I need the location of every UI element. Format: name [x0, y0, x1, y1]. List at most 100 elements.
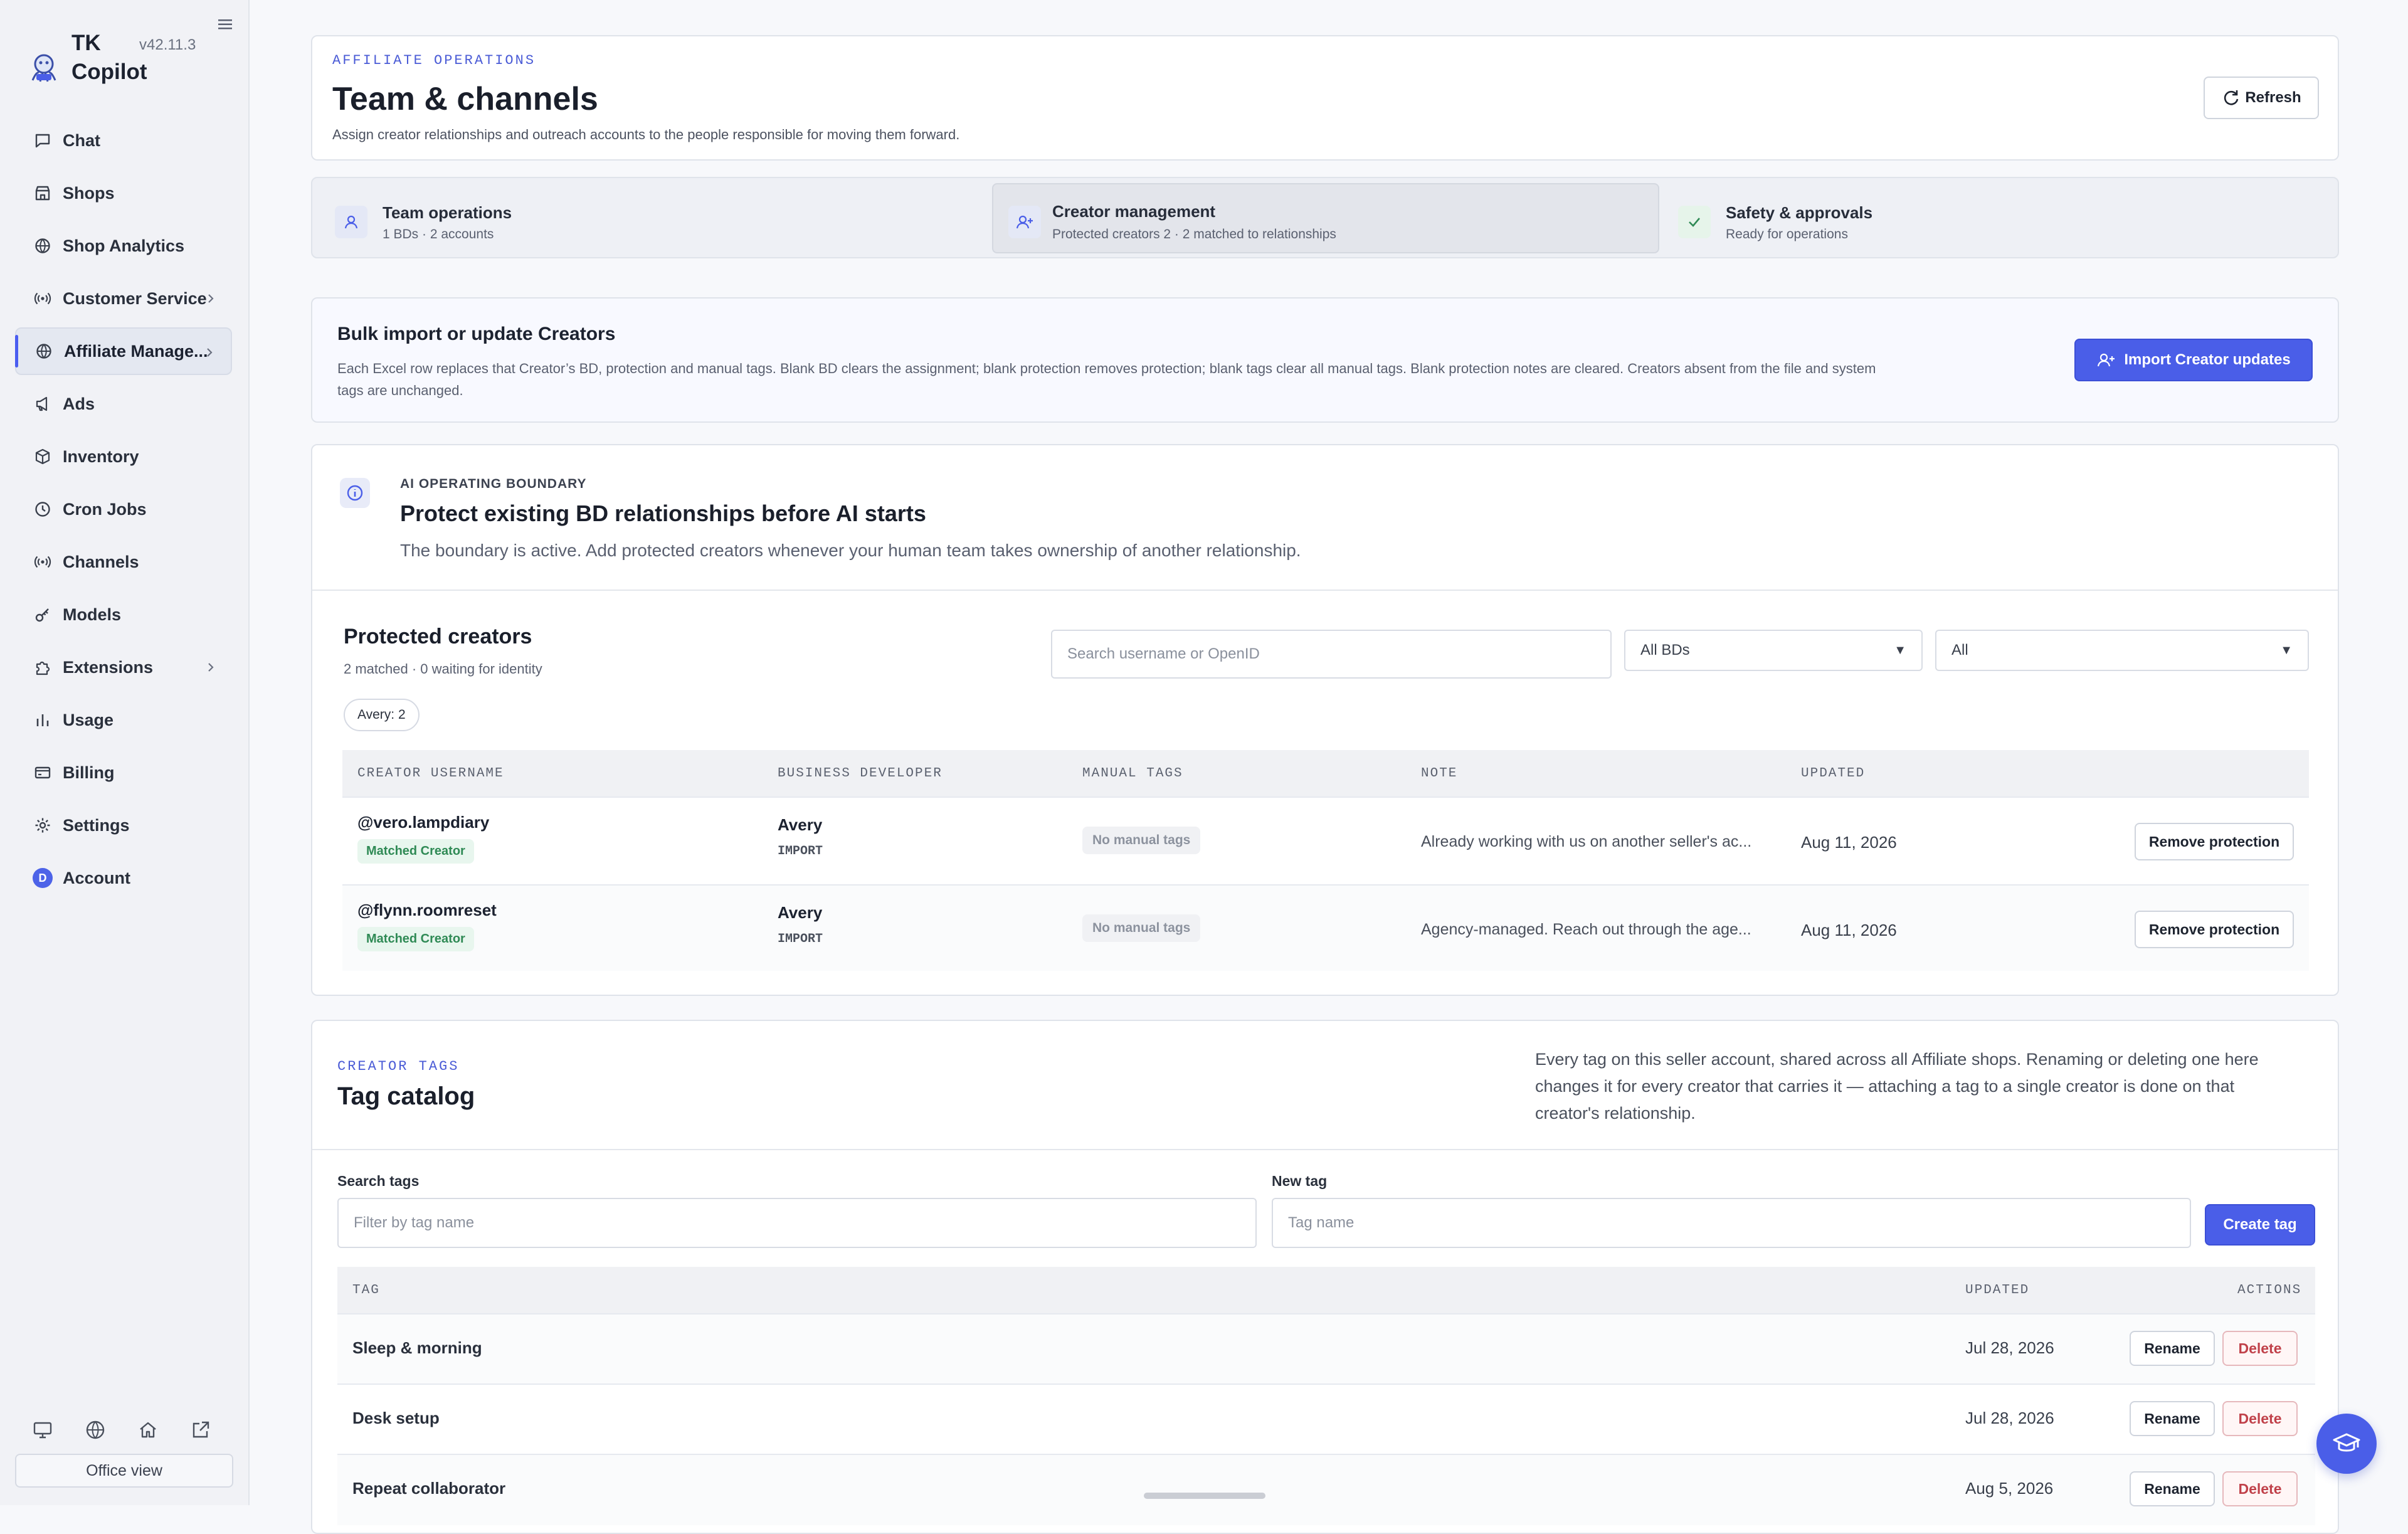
check-icon [1678, 206, 1711, 238]
refresh-button[interactable]: Refresh [2204, 77, 2319, 119]
column-header: ACTIONS [2237, 1283, 2302, 1298]
sidebar-item-label: Usage [63, 710, 114, 729]
sidebar-item-label: Extensions [63, 657, 154, 677]
puzzle-icon [33, 657, 53, 677]
sidebar-item-label: Shop Analytics [63, 236, 185, 255]
tag-catalog-eyebrow: CREATOR TAGS [337, 1059, 460, 1074]
delete-button[interactable]: Delete [2222, 1471, 2298, 1506]
tab-creator-management[interactable]: Creator management Protected creators 2 … [992, 183, 1659, 253]
globe-icon[interactable] [84, 1419, 107, 1441]
app-version: v42.11.3 [139, 36, 196, 53]
sidebar-item-models[interactable]: Models [15, 591, 232, 638]
status-filter-select[interactable]: All ▼ [1935, 630, 2309, 671]
new-tag-label: New tag [1272, 1173, 1328, 1189]
page-eyebrow: AFFILIATE OPERATIONS [332, 53, 536, 68]
sidebar-footer-icons [31, 1419, 212, 1441]
bd-count-chip[interactable]: Avery: 2 [344, 699, 420, 731]
matched-badge: Matched Creator [357, 839, 474, 864]
sidebar-item-billing[interactable]: Billing [15, 749, 232, 796]
import-button-label: Import Creator updates [2124, 351, 2291, 368]
tag-catalog-description: Every tag on this seller account, shared… [1535, 1046, 2325, 1127]
delete-button[interactable]: Delete [2222, 1331, 2298, 1366]
help-button[interactable] [2316, 1414, 2377, 1474]
protected-creators-title: Protected creators [344, 625, 532, 648]
bulk-import-description-line: Each Excel row replaces that Creator’s B… [337, 361, 1876, 376]
collapse-sidebar-icon[interactable] [217, 16, 233, 33]
horizontal-scrollbar[interactable] [1144, 1493, 1265, 1499]
creator-search-input[interactable]: Search username or OpenID [1051, 630, 1612, 679]
tab-title: Team operations [383, 203, 512, 222]
sidebar-nav: Chat Shops Shop Analytics Customer Servi… [15, 117, 232, 907]
sidebar-item-usage[interactable]: Usage [15, 696, 232, 744]
divider [312, 590, 2338, 591]
globe-icon [34, 341, 54, 361]
bd-name: Avery [778, 903, 823, 922]
rename-button[interactable]: Rename [2130, 1471, 2215, 1506]
tab-team-operations[interactable]: Team operations 1 BDs · 2 accounts [317, 183, 986, 253]
gear-icon [33, 815, 53, 835]
sidebar-item-shops[interactable]: Shops [15, 169, 232, 217]
remove-protection-button[interactable]: Remove protection [2135, 823, 2294, 860]
caret-down-icon: ▼ [2280, 643, 2293, 657]
sidebar-item-label: Affiliate Manage... [64, 341, 208, 361]
status-filter-value: All [1951, 642, 1968, 659]
section-tabs: Team operations 1 BDs · 2 accounts Creat… [311, 177, 2339, 258]
tag-catalog-card: CREATOR TAGS Tag catalog Every tag on th… [311, 1020, 2339, 1534]
sidebar-item-affiliate-management[interactable]: Affiliate Manage... [15, 327, 232, 375]
tag-catalog-description-line: creator's relationship. [1535, 1104, 1696, 1123]
tag-catalog-title: Tag catalog [337, 1082, 475, 1110]
sidebar-item-cron-jobs[interactable]: Cron Jobs [15, 485, 232, 533]
monitor-icon[interactable] [31, 1419, 54, 1441]
sidebar-item-account[interactable]: D Account [15, 854, 232, 902]
create-tag-button[interactable]: Create tag [2205, 1204, 2315, 1246]
bd-filter-select[interactable]: All BDs ▼ [1624, 630, 1923, 671]
sidebar-item-customer-service[interactable]: Customer Service [15, 275, 232, 322]
rename-button[interactable]: Rename [2130, 1401, 2215, 1436]
chevron-right-icon [208, 294, 214, 303]
sidebar-item-shop-analytics[interactable]: Shop Analytics [15, 222, 232, 270]
remove-protection-button[interactable]: Remove protection [2135, 911, 2294, 948]
import-creator-updates-button[interactable]: Import Creator updates [2074, 339, 2313, 381]
home-icon[interactable] [137, 1419, 159, 1441]
broadcast-icon [33, 552, 53, 572]
sidebar-item-ads[interactable]: Ads [15, 380, 232, 428]
info-icon [340, 478, 370, 508]
chat-icon [33, 130, 53, 151]
page-title: Team & channels [332, 81, 598, 117]
creator-note: Agency-managed. Reach out through the ag… [1421, 921, 1751, 938]
tab-title: Safety & approvals [1726, 203, 1873, 222]
bulk-import-description: Each Excel row replaces that Creator’s B… [337, 357, 2030, 401]
tag-search-input[interactable]: Filter by tag name [337, 1198, 1257, 1248]
updated-date: Aug 11, 2026 [1801, 833, 1897, 852]
office-view-button[interactable]: Office view [15, 1454, 233, 1488]
tag-catalog-description-line: changes it for every creator that carrie… [1535, 1077, 2235, 1096]
tag-name: Desk setup [352, 1409, 440, 1427]
sidebar-item-chat[interactable]: Chat [15, 117, 232, 164]
updated-date: Aug 11, 2026 [1801, 921, 1897, 939]
external-link-icon[interactable] [189, 1419, 212, 1441]
new-tag-input[interactable]: Tag name [1272, 1198, 2191, 1248]
sidebar-item-label: Billing [63, 763, 115, 782]
sidebar-item-channels[interactable]: Channels [15, 538, 232, 586]
user-add-icon [2098, 353, 2115, 367]
updated-date: Aug 5, 2026 [1965, 1479, 2054, 1498]
tab-safety-approvals[interactable]: Safety & approvals Ready for operations [1666, 183, 2334, 253]
rename-button[interactable]: Rename [2130, 1331, 2215, 1366]
table-row: Desk setup Jul 28, 2026 Rename Delete [337, 1383, 2315, 1455]
table-row: Repeat collaborator Aug 5, 2026 Rename D… [337, 1454, 2315, 1525]
column-header: TAG [352, 1283, 380, 1298]
bd-filter-value: All BDs [1640, 642, 1690, 659]
divider [312, 1149, 2338, 1150]
sidebar-item-label: Inventory [63, 447, 139, 466]
sidebar-item-extensions[interactable]: Extensions [15, 643, 232, 691]
updated-date: Jul 28, 2026 [1965, 1338, 2054, 1357]
delete-button[interactable]: Delete [2222, 1401, 2298, 1436]
matched-badge: Matched Creator [357, 927, 474, 951]
tab-title: Creator management [1052, 202, 1216, 221]
sidebar-item-label: Cron Jobs [63, 499, 147, 519]
clock-icon [33, 499, 53, 519]
sidebar-item-settings[interactable]: Settings [15, 801, 232, 849]
main-content: AFFILIATE OPERATIONS Team & channels Ass… [311, 35, 2339, 1534]
sidebar-item-inventory[interactable]: Inventory [15, 433, 232, 480]
sidebar-item-label: Shops [63, 183, 115, 203]
